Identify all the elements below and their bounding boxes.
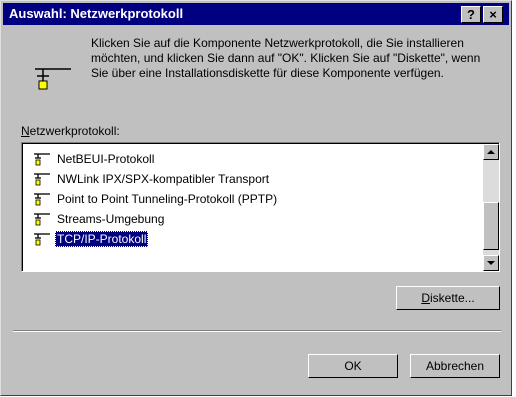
diskette-accel: D	[421, 291, 430, 305]
network-protocol-icon	[33, 172, 51, 191]
list-item-label: Point to Point Tunneling-Protokoll (PPTP…	[57, 192, 278, 206]
network-protocol-icon	[33, 212, 51, 231]
window-title: Auswahl: Netzwerkprotokoll	[9, 6, 184, 21]
ok-button[interactable]: OK	[308, 354, 398, 378]
arrow-up-icon	[487, 150, 495, 154]
scroll-up-button[interactable]	[483, 144, 499, 160]
scroll-thumb[interactable]	[483, 202, 499, 250]
protocol-list-label-accel: N	[21, 124, 30, 138]
network-protocol-icon	[33, 152, 51, 171]
diskette-label: iskette...	[429, 291, 475, 305]
list-item-label: NetBEUI-Protokoll	[57, 152, 155, 166]
separator	[13, 330, 501, 332]
list-item-label: TCP/IP-Protokoll	[55, 231, 149, 247]
diskette-button[interactable]: Diskette...	[396, 286, 500, 310]
protocol-list-label: Netzwerkprotokoll:	[21, 124, 120, 138]
title-bar[interactable]: Auswahl: Netzwerkprotokoll ? ×	[3, 3, 509, 25]
network-protocol-icon	[33, 232, 51, 251]
list-item-label: NWLink IPX/SPX-kompatibler Transport	[57, 172, 270, 186]
list-item-label: Streams-Umgebung	[57, 212, 165, 226]
scroll-down-button[interactable]	[483, 255, 499, 271]
instruction-text: Klicken Sie auf die Komponente Netzwerkp…	[91, 36, 481, 80]
protocol-list-label-text: etzwerkprotokoll:	[29, 124, 120, 138]
network-protocol-icon	[33, 192, 51, 211]
cancel-button[interactable]: Abbrechen	[410, 354, 500, 378]
network-protocol-icon	[35, 68, 71, 90]
protocol-listbox[interactable]: NetBEUI-Protokoll NWLink IPX/SPX-kompatib…	[21, 142, 500, 272]
dialog-window: Auswahl: Netzwerkprotokoll ? × Klicken S…	[0, 0, 512, 396]
help-button[interactable]: ?	[461, 6, 481, 23]
list-scrollbar[interactable]	[483, 144, 499, 271]
close-button[interactable]: ×	[483, 6, 503, 23]
arrow-down-icon	[487, 261, 495, 265]
